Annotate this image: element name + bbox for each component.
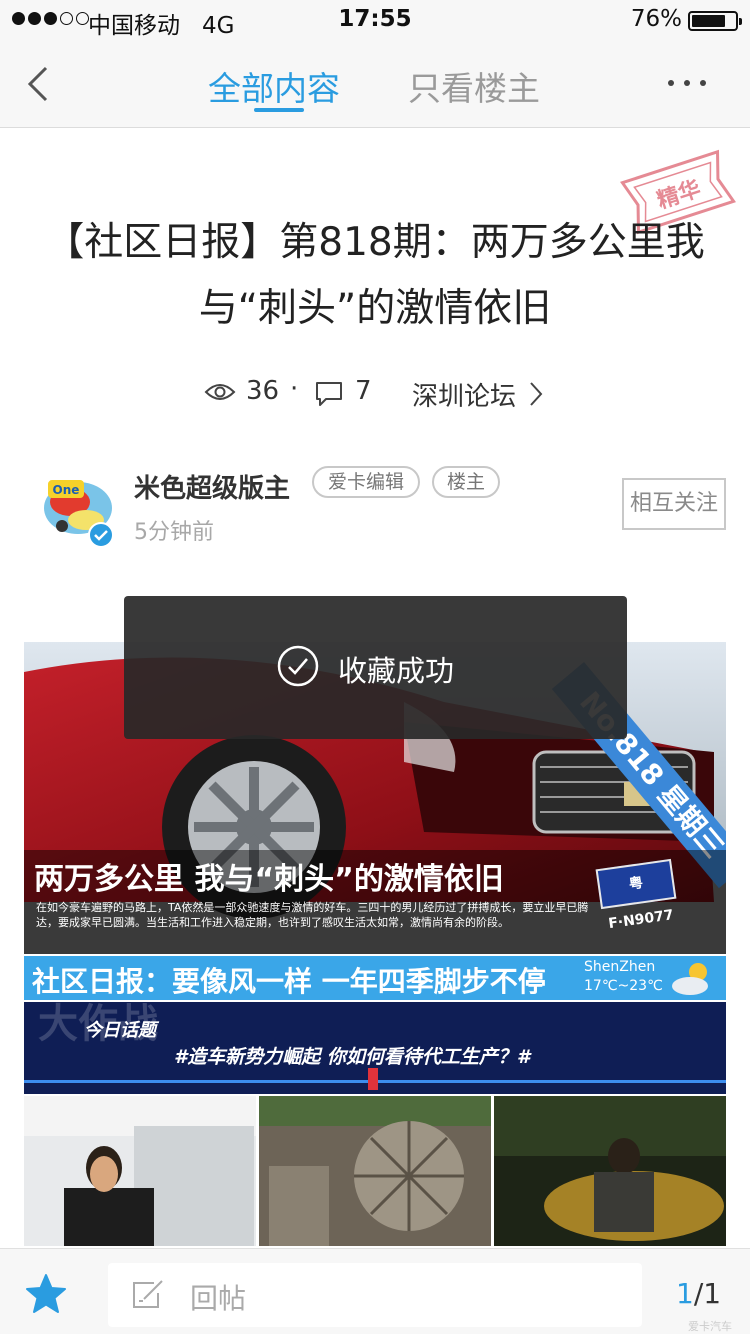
weather-temp: 17℃~23℃: [584, 978, 663, 994]
weather-city: ShenZhen: [584, 959, 656, 975]
image-headline: 两万多公里 我与“刺头”的激情依旧: [34, 862, 504, 897]
partly-cloudy-icon: [672, 963, 708, 995]
follow-button[interactable]: 相互关注: [622, 478, 726, 530]
favorite-star-icon[interactable]: [24, 1273, 68, 1315]
topic-label: 今日话题: [84, 1020, 156, 1041]
photo-mechanic[interactable]: [24, 1096, 256, 1246]
image-description: 在如今豪车遍野的马路上，TA依然是一部众驰速度与激情的好车。三四十的男儿经历过了…: [36, 901, 589, 929]
post-stats: 36 · 7 深圳论坛: [0, 374, 750, 414]
view-count: 36: [246, 376, 280, 406]
watermark: 爱卡汽车: [688, 1320, 732, 1333]
comment-icon: [316, 382, 342, 406]
more-options-icon[interactable]: [668, 80, 706, 86]
page-current: 1: [676, 1277, 694, 1310]
photo-night-lights[interactable]: [494, 1096, 726, 1246]
nav-bar: 全部内容 只看楼主: [0, 40, 750, 128]
reply-input[interactable]: 回帖: [108, 1263, 642, 1327]
bottom-bar: 回帖 1/1: [0, 1248, 750, 1334]
photo-stone-carving[interactable]: [259, 1096, 491, 1246]
active-tab-indicator: [254, 108, 304, 112]
daily-title: 社区日报：要像风一样 一年四季脚步不停: [32, 965, 546, 998]
battery-icon: [688, 11, 742, 31]
comment-count: 7: [355, 376, 372, 406]
badge-thread-owner: 楼主: [432, 466, 500, 498]
post-title: 【社区日报】第818期：两万多公里我与“刺头”的激情依旧: [45, 220, 705, 331]
toast-favorite-success: 收藏成功: [124, 596, 627, 739]
chevron-left-icon: [27, 66, 48, 102]
page-indicator[interactable]: 1/1: [676, 1277, 721, 1310]
status-bar: 中国移动 4G 17:55 76%: [0, 0, 750, 40]
post-time: 5分钟前: [134, 520, 214, 545]
stats-separator: ·: [290, 374, 299, 404]
topic-marker: [368, 1068, 378, 1090]
check-circle-icon: [277, 645, 319, 687]
verified-badge-icon: [88, 522, 114, 548]
topic-text: #造车新势力崛起 你如何看待代工生产？#: [174, 1046, 531, 1068]
tab-owner-only[interactable]: 只看楼主: [408, 62, 540, 110]
avatar-logo-text: One: [53, 483, 80, 497]
battery-percentage: 76%: [630, 6, 682, 32]
edit-icon: [133, 1280, 163, 1308]
topic-banner[interactable]: 大作战 今日话题 #造车新势力崛起 你如何看待代工生产？#: [24, 1002, 726, 1094]
forum-link[interactable]: 深圳论坛: [412, 376, 516, 413]
page-total: /1: [693, 1277, 722, 1310]
photo-row: [24, 1096, 726, 1246]
reply-placeholder: 回帖: [190, 1282, 247, 1315]
back-button[interactable]: [22, 62, 62, 106]
author-name[interactable]: 米色超级版主: [134, 468, 290, 505]
daily-banner: 社区日报：要像风一样 一年四季脚步不停 ShenZhen 17℃~23℃: [24, 956, 726, 1000]
chevron-right-icon: [530, 382, 543, 406]
badge-editor: 爱卡编辑: [312, 466, 420, 498]
tab-all-content[interactable]: 全部内容: [208, 62, 340, 110]
eye-icon: [204, 384, 236, 400]
toast-message: 收藏成功: [338, 654, 455, 688]
stamp-label: 精华: [654, 176, 704, 214]
